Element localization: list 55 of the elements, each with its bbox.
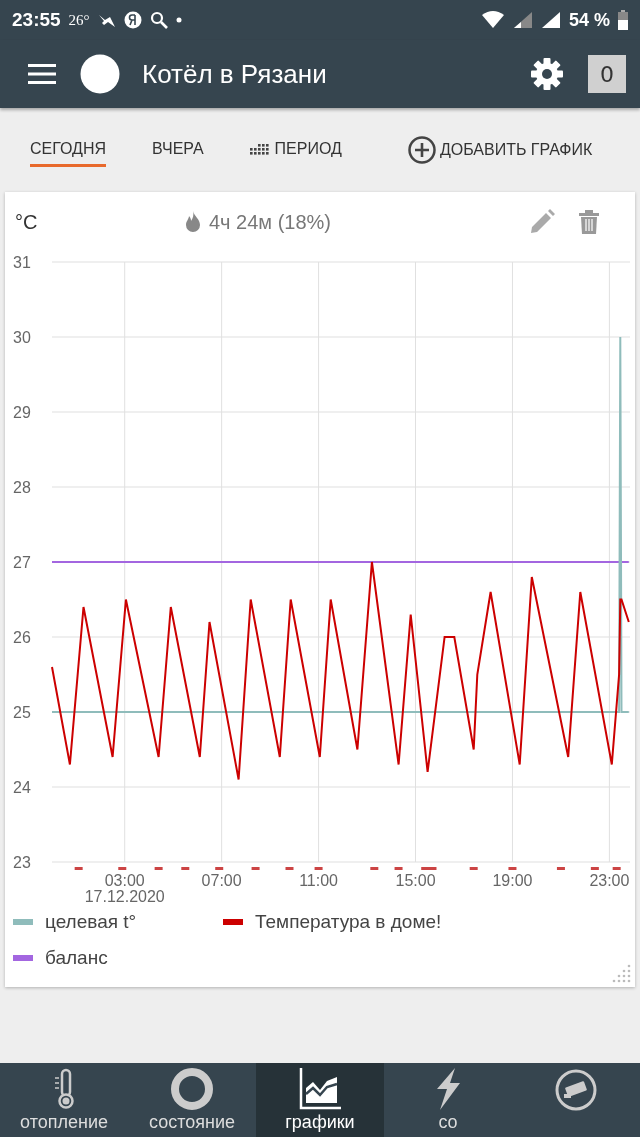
battery-percent: 54 % [568,9,610,31]
y-tick-label: 25 [13,704,31,721]
date-label: 17.12.2020 [84,888,165,905]
signal-icon [512,11,533,29]
nav-tab[interactable]: отопление [0,1063,128,1137]
period-tab[interactable]: ВЧЕРА [152,133,204,167]
x-tick-label: 11:00 [299,872,338,889]
browser-logo-icon [123,11,142,29]
flame-icon [185,211,201,233]
weather-temperature: 26° [68,11,90,29]
status-indicator-icon [80,54,120,94]
y-tick-label: 29 [13,404,31,421]
y-tick-label: 24 [13,779,31,796]
search-icon [149,11,168,29]
menu-icon[interactable] [28,63,56,85]
app-title: Котёл в Рязани [142,58,328,90]
x-tick-label: 03:00 [104,872,145,889]
y-tick-label: 31 [13,254,31,271]
legend-label: баланс [45,947,108,969]
x-tick-label: 23:00 [589,872,630,889]
thermometer-icon [54,1068,74,1110]
y-tick-label: 23 [13,854,31,871]
period-tab[interactable]: ПЕРИОД [249,133,342,167]
x-tick-label: 19:00 [492,872,533,889]
battery-icon [618,10,628,30]
settings-icon[interactable] [530,57,564,91]
notification-count[interactable]: 0 [588,55,626,93]
delete-icon[interactable] [579,210,599,234]
ring-icon [171,1068,213,1110]
legend-label: Температура в доме! [255,911,442,933]
calendar-icon [249,141,269,156]
y-tick-label: 27 [13,554,31,571]
nav-tab[interactable]: графики [256,1063,384,1137]
lightning-icon [436,1068,460,1110]
burner-time: 4ч 24м (18%) [209,210,331,234]
plane-icon [97,12,116,28]
resize-grip-icon[interactable] [612,964,631,983]
chart-icon [299,1068,341,1110]
legend-label: целевая t° [45,911,137,933]
clock-time: 23:55 [12,9,61,31]
y-tick-label: 30 [13,329,31,346]
x-tick-label: 07:00 [201,872,242,889]
add-chart-button[interactable]: ДОБАВИТЬ ГРАФИК [407,136,593,164]
dot-icon [175,17,182,23]
y-tick-label: 28 [13,479,31,496]
x-tick-label: 15:00 [395,872,436,889]
y-tick-label: 26 [13,629,31,646]
period-tab[interactable]: СЕГОДНЯ [30,133,107,167]
plus-circle-icon [407,136,436,164]
wifi-icon [480,11,505,29]
nav-tab[interactable]: состояние [128,1063,256,1137]
signal-icon [540,11,561,29]
nav-tab[interactable]: со [384,1063,512,1137]
camera-icon [555,1069,597,1111]
unit-label: °C [15,210,39,234]
